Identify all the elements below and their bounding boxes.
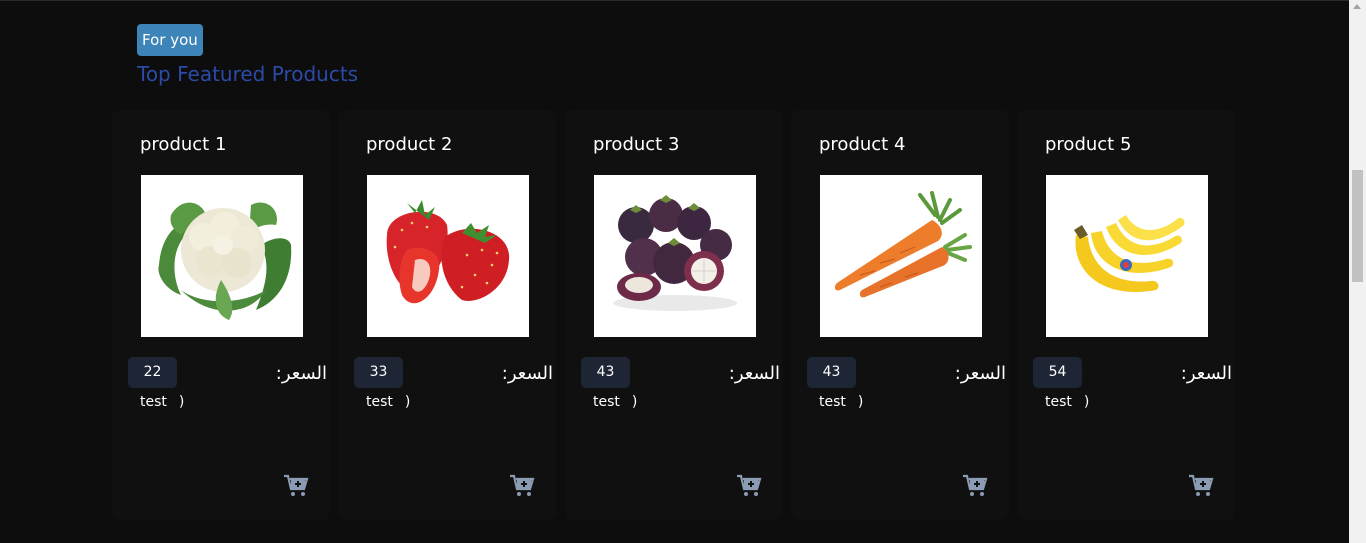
price-value: 54: [1033, 357, 1082, 388]
product-description: test): [593, 393, 637, 411]
vertical-scrollbar[interactable]: [1349, 0, 1366, 543]
price-label: السعر:: [954, 363, 1006, 384]
product-description: test): [1045, 393, 1089, 411]
product-card[interactable]: product 3 السعر: 43 test): [565, 110, 783, 520]
for-you-badge: For you: [137, 24, 203, 56]
add-to-cart-icon[interactable]: [736, 474, 762, 498]
product-description: test): [140, 393, 184, 411]
product-image-carrot[interactable]: [820, 175, 982, 337]
scrollbar-thumb[interactable]: [1352, 170, 1363, 282]
product-image-banana[interactable]: [1046, 175, 1208, 337]
description-text: test: [366, 394, 393, 410]
price-label: السعر:: [1180, 363, 1232, 384]
price-value: 22: [128, 357, 177, 388]
description-paren: ): [404, 394, 411, 410]
product-card[interactable]: product 4 السعر: 43 test): [791, 110, 1009, 520]
product-card[interactable]: product 2 السعر: 33 test): [338, 110, 556, 520]
price-label: السعر:: [275, 363, 327, 384]
price-value: 43: [581, 357, 630, 388]
description-text: test: [1045, 394, 1072, 410]
product-card[interactable]: product 5 السعر: 54 test): [1017, 110, 1235, 520]
price-label: السعر:: [501, 363, 553, 384]
description-text: test: [593, 394, 620, 410]
add-to-cart-icon[interactable]: [509, 474, 535, 498]
add-to-cart-icon[interactable]: [1188, 474, 1214, 498]
add-to-cart-icon[interactable]: [962, 474, 988, 498]
product-title[interactable]: product 2: [366, 132, 452, 158]
price-label: السعر:: [728, 363, 780, 384]
description-paren: ): [1083, 394, 1090, 410]
description-text: test: [140, 394, 167, 410]
description-paren: ): [631, 394, 638, 410]
product-title[interactable]: product 1: [140, 132, 226, 158]
top-border: [0, 0, 1366, 1]
description-paren: ): [857, 394, 864, 410]
product-image-cauliflower[interactable]: [141, 175, 303, 337]
description-text: test: [819, 394, 846, 410]
product-image-strawberry[interactable]: [367, 175, 529, 337]
product-title[interactable]: product 3: [593, 132, 679, 158]
product-card[interactable]: product 1 السعر: 22 test): [112, 110, 330, 520]
price-value: 43: [807, 357, 856, 388]
product-title[interactable]: product 5: [1045, 132, 1131, 158]
add-to-cart-icon[interactable]: [283, 474, 309, 498]
section-title: Top Featured Products: [137, 62, 359, 86]
product-image-mangosteen[interactable]: [594, 175, 756, 337]
description-paren: ): [178, 394, 185, 410]
product-title[interactable]: product 4: [819, 132, 905, 158]
product-description: test): [366, 393, 410, 411]
product-description: test): [819, 393, 863, 411]
price-value: 33: [354, 357, 403, 388]
scroll-up-arrow-icon[interactable]: [1353, 4, 1361, 9]
